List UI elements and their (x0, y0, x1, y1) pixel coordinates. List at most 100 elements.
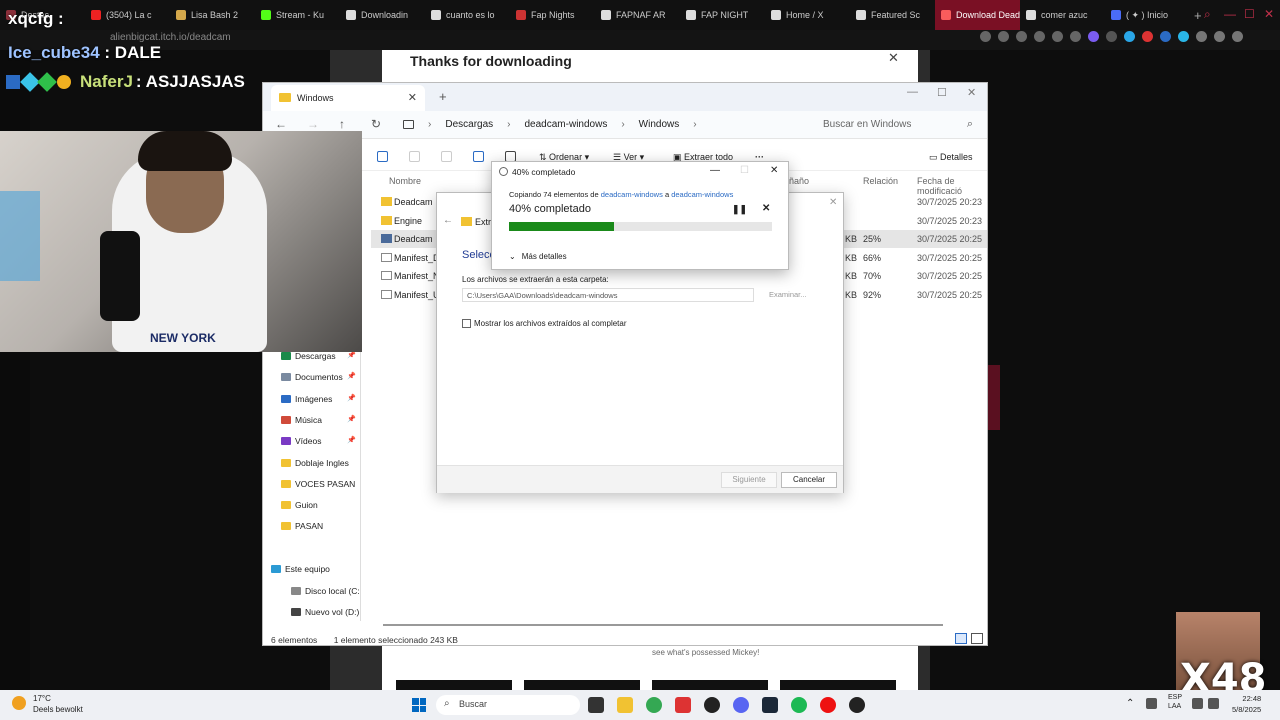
thumbnail[interactable] (780, 680, 896, 690)
start-icon[interactable] (412, 698, 426, 712)
breadcrumb-item[interactable]: deadcam-windows (525, 119, 608, 130)
steam-icon[interactable] (762, 697, 778, 713)
browse-button[interactable]: Examinar... (759, 288, 817, 302)
browser-tab[interactable]: Downloadin (340, 0, 425, 30)
volume-icon[interactable] (1208, 698, 1219, 709)
horizontal-scrollbar[interactable] (383, 624, 943, 626)
pane-divider[interactable] (360, 351, 361, 621)
thumbnail[interactable] (524, 680, 640, 690)
cut-icon[interactable] (409, 151, 420, 162)
nav-item[interactable]: Descargas 📌 (281, 351, 356, 361)
nav-item[interactable]: VOCES PASAN (281, 479, 355, 489)
column-header-size[interactable]: ñaño (789, 176, 809, 186)
taskbar-search[interactable]: ⌕ Buscar (436, 695, 580, 715)
extension-icon[interactable] (1142, 31, 1153, 42)
app-icon[interactable] (675, 697, 691, 713)
extension-icon[interactable] (1052, 31, 1063, 42)
nav-item[interactable]: Documentos 📌 (281, 372, 356, 382)
extension-icon[interactable] (1124, 31, 1135, 42)
search-input[interactable]: Buscar en Windows ⌕ (815, 114, 981, 136)
nav-item[interactable]: Disco local (C: (291, 586, 360, 596)
explorer-tab[interactable]: Windows ✕ (271, 85, 425, 111)
extension-icon[interactable] (1070, 31, 1081, 42)
chrome-icon[interactable] (646, 697, 662, 713)
browser-tab[interactable]: Fap Nights (510, 0, 595, 30)
maximize-icon[interactable]: ☐ (937, 86, 947, 99)
maximize-icon[interactable]: ☐ (740, 165, 749, 176)
app-icon[interactable] (704, 697, 720, 713)
source-folder-link[interactable]: deadcam-windows (601, 190, 663, 199)
share-icon[interactable] (473, 151, 484, 162)
pin-icon[interactable]: 📌 (347, 372, 356, 380)
language-indicator[interactable]: ESP LAA (1168, 693, 1182, 711)
browser-maximize-icon[interactable]: ☐ (1244, 7, 1255, 21)
nav-item[interactable]: Imágenes 📌 (281, 394, 356, 404)
browser-tab[interactable]: comer azuc (1020, 0, 1105, 30)
show-files-checkbox[interactable]: Mostrar los archivos extraídos al comple… (462, 319, 627, 328)
checkbox-box[interactable] (462, 319, 471, 328)
extension-icon[interactable] (980, 31, 991, 42)
browser-tab[interactable]: (3504) La c (85, 0, 170, 30)
browser-tab[interactable]: FAPNAF AR (595, 0, 680, 30)
pin-icon[interactable]: 📌 (347, 351, 356, 359)
extension-icon[interactable] (1196, 31, 1207, 42)
thumbnail[interactable] (396, 680, 512, 690)
nav-item[interactable]: PASAN (281, 521, 323, 531)
cancel-button[interactable]: Cancelar (781, 472, 837, 488)
more-details-toggle[interactable]: ⌄ Más detalles (509, 252, 567, 261)
destination-folder-link[interactable]: deadcam-windows (671, 190, 733, 199)
minimize-icon[interactable]: — (907, 86, 918, 98)
browser-tab[interactable]: ( ✦ ) Inicio (1105, 0, 1190, 30)
up-icon[interactable]: ↑ (339, 117, 345, 131)
destination-path-input[interactable]: C:\Users\GAA\Downloads\deadcam-windows (462, 288, 754, 302)
details-view-icon[interactable] (955, 633, 967, 644)
browser-tab[interactable]: Stream - Ku (255, 0, 340, 30)
obs-icon[interactable] (849, 697, 865, 713)
extension-icon[interactable] (1178, 31, 1189, 42)
spotify-icon[interactable] (791, 697, 807, 713)
browser-tab[interactable]: Download Deadcam ( (935, 0, 1020, 30)
extension-icon[interactable] (1088, 31, 1099, 42)
column-header-name[interactable]: Nombre (389, 176, 421, 186)
new-tab-icon[interactable]: + (1194, 8, 1202, 23)
nav-item[interactable]: Guion (281, 500, 318, 510)
file-explorer-icon[interactable] (617, 697, 633, 713)
weather-icon[interactable] (12, 696, 26, 710)
extension-icon[interactable] (1160, 31, 1171, 42)
nav-item[interactable]: Doblaje Ingles (281, 458, 349, 468)
computer-icon[interactable] (403, 120, 414, 129)
mic-icon[interactable] (1146, 698, 1157, 709)
back-icon[interactable]: ← (443, 215, 453, 226)
pin-icon[interactable]: 📌 (347, 415, 356, 423)
pause-icon[interactable]: ❚❚ (732, 204, 747, 215)
close-icon[interactable]: ✕ (770, 165, 778, 176)
tiles-view-icon[interactable] (971, 633, 983, 644)
task-view-icon[interactable] (588, 697, 604, 713)
browser-minimize-icon[interactable]: — (1224, 7, 1236, 21)
next-button[interactable]: Siguiente (721, 472, 777, 488)
back-icon[interactable]: ← (275, 117, 287, 131)
refresh-icon[interactable]: ↻ (371, 117, 381, 131)
opera-icon[interactable] (820, 697, 836, 713)
new-item-icon[interactable] (377, 151, 388, 162)
download-modal-close-icon[interactable]: ✕ (888, 50, 899, 66)
close-icon[interactable]: ✕ (967, 86, 976, 99)
browser-tab[interactable]: Featured Sc (850, 0, 935, 30)
extension-icon[interactable] (1016, 31, 1027, 42)
menu-icon[interactable] (1232, 31, 1243, 42)
nav-item[interactable]: Nuevo vol (D:) (291, 607, 359, 617)
close-tab-icon[interactable]: ✕ (408, 91, 417, 104)
extension-icon[interactable] (998, 31, 1009, 42)
breadcrumb-item[interactable]: Windows (639, 119, 680, 130)
minimize-icon[interactable]: — (710, 165, 720, 176)
pin-icon[interactable]: 📌 (347, 394, 356, 402)
browser-tab[interactable]: FAP NIGHT (680, 0, 765, 30)
forward-icon[interactable]: → (307, 117, 319, 131)
extension-icon[interactable] (1106, 31, 1117, 42)
browser-search-icon[interactable]: ⌕ (1204, 7, 1211, 22)
thumbnail[interactable] (652, 680, 768, 690)
download-icon[interactable] (1214, 31, 1225, 42)
details-button[interactable]: ▭ Detalles (929, 152, 973, 163)
nav-item[interactable]: Vídeos 📌 (281, 436, 356, 446)
nav-item[interactable]: Este equipo (271, 564, 330, 574)
